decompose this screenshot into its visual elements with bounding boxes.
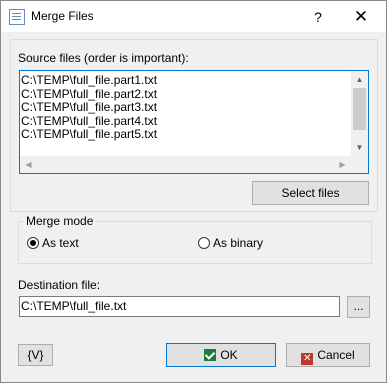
destination-file-input[interactable]: C:\TEMP\full_file.txt — [19, 296, 340, 317]
horizontal-scrollbar[interactable]: ◀ ▶ — [20, 156, 351, 173]
as-binary-label[interactable]: As binary — [213, 236, 263, 250]
as-text-label[interactable]: As text — [42, 236, 79, 250]
browse-label: ... — [353, 299, 364, 313]
list-item[interactable]: C:\TEMP\full_file.part4.txt — [21, 114, 351, 129]
help-button[interactable]: ? — [303, 5, 333, 29]
close-button[interactable]: ✕ — [346, 5, 376, 29]
list-item[interactable]: C:\TEMP\full_file.part2.txt — [21, 87, 351, 102]
variables-label: {V} — [27, 348, 44, 362]
source-files-list[interactable]: C:\TEMP\full_file.part1.txt C:\TEMP\full… — [19, 70, 369, 174]
select-files-button[interactable]: Select files — [252, 181, 369, 205]
scroll-thumb[interactable] — [353, 88, 366, 130]
scroll-up-icon[interactable]: ▲ — [351, 71, 368, 88]
ok-label: OK — [220, 348, 238, 362]
scroll-left-icon[interactable]: ◀ — [20, 156, 37, 173]
select-files-label: Select files — [281, 186, 340, 200]
file-list-items: C:\TEMP\full_file.part1.txt C:\TEMP\full… — [21, 73, 351, 142]
check-icon — [204, 349, 217, 361]
merge-files-icon — [9, 9, 25, 25]
x-icon: ✕ — [301, 353, 314, 365]
destination-label: Destination file: — [18, 278, 101, 292]
browse-button[interactable]: ... — [347, 296, 370, 318]
scroll-corner — [351, 156, 368, 173]
cancel-button[interactable]: ✕ Cancel — [286, 343, 370, 367]
source-files-label: Source files (order is important): — [18, 51, 189, 65]
variables-button[interactable]: {V} — [18, 344, 53, 366]
title-bar: Merge Files ? ✕ — [1, 1, 386, 32]
scroll-down-icon[interactable]: ▼ — [351, 139, 368, 156]
merge-files-dialog: Merge Files ? ✕ Source files (order is i… — [0, 0, 387, 383]
vertical-scrollbar[interactable]: ▲ ▼ — [351, 71, 368, 156]
list-item[interactable]: C:\TEMP\full_file.part1.txt — [21, 73, 351, 88]
dialog-title: Merge Files — [31, 9, 94, 23]
merge-mode-label: Merge mode — [24, 214, 96, 228]
as-binary-radio[interactable] — [198, 237, 210, 249]
as-text-radio[interactable] — [27, 237, 39, 249]
ok-button[interactable]: OK — [166, 343, 276, 367]
list-item[interactable]: C:\TEMP\full_file.part5.txt — [21, 127, 351, 142]
cancel-label: Cancel — [317, 348, 355, 362]
list-item[interactable]: C:\TEMP\full_file.part3.txt — [21, 100, 351, 115]
scroll-right-icon[interactable]: ▶ — [334, 156, 351, 173]
